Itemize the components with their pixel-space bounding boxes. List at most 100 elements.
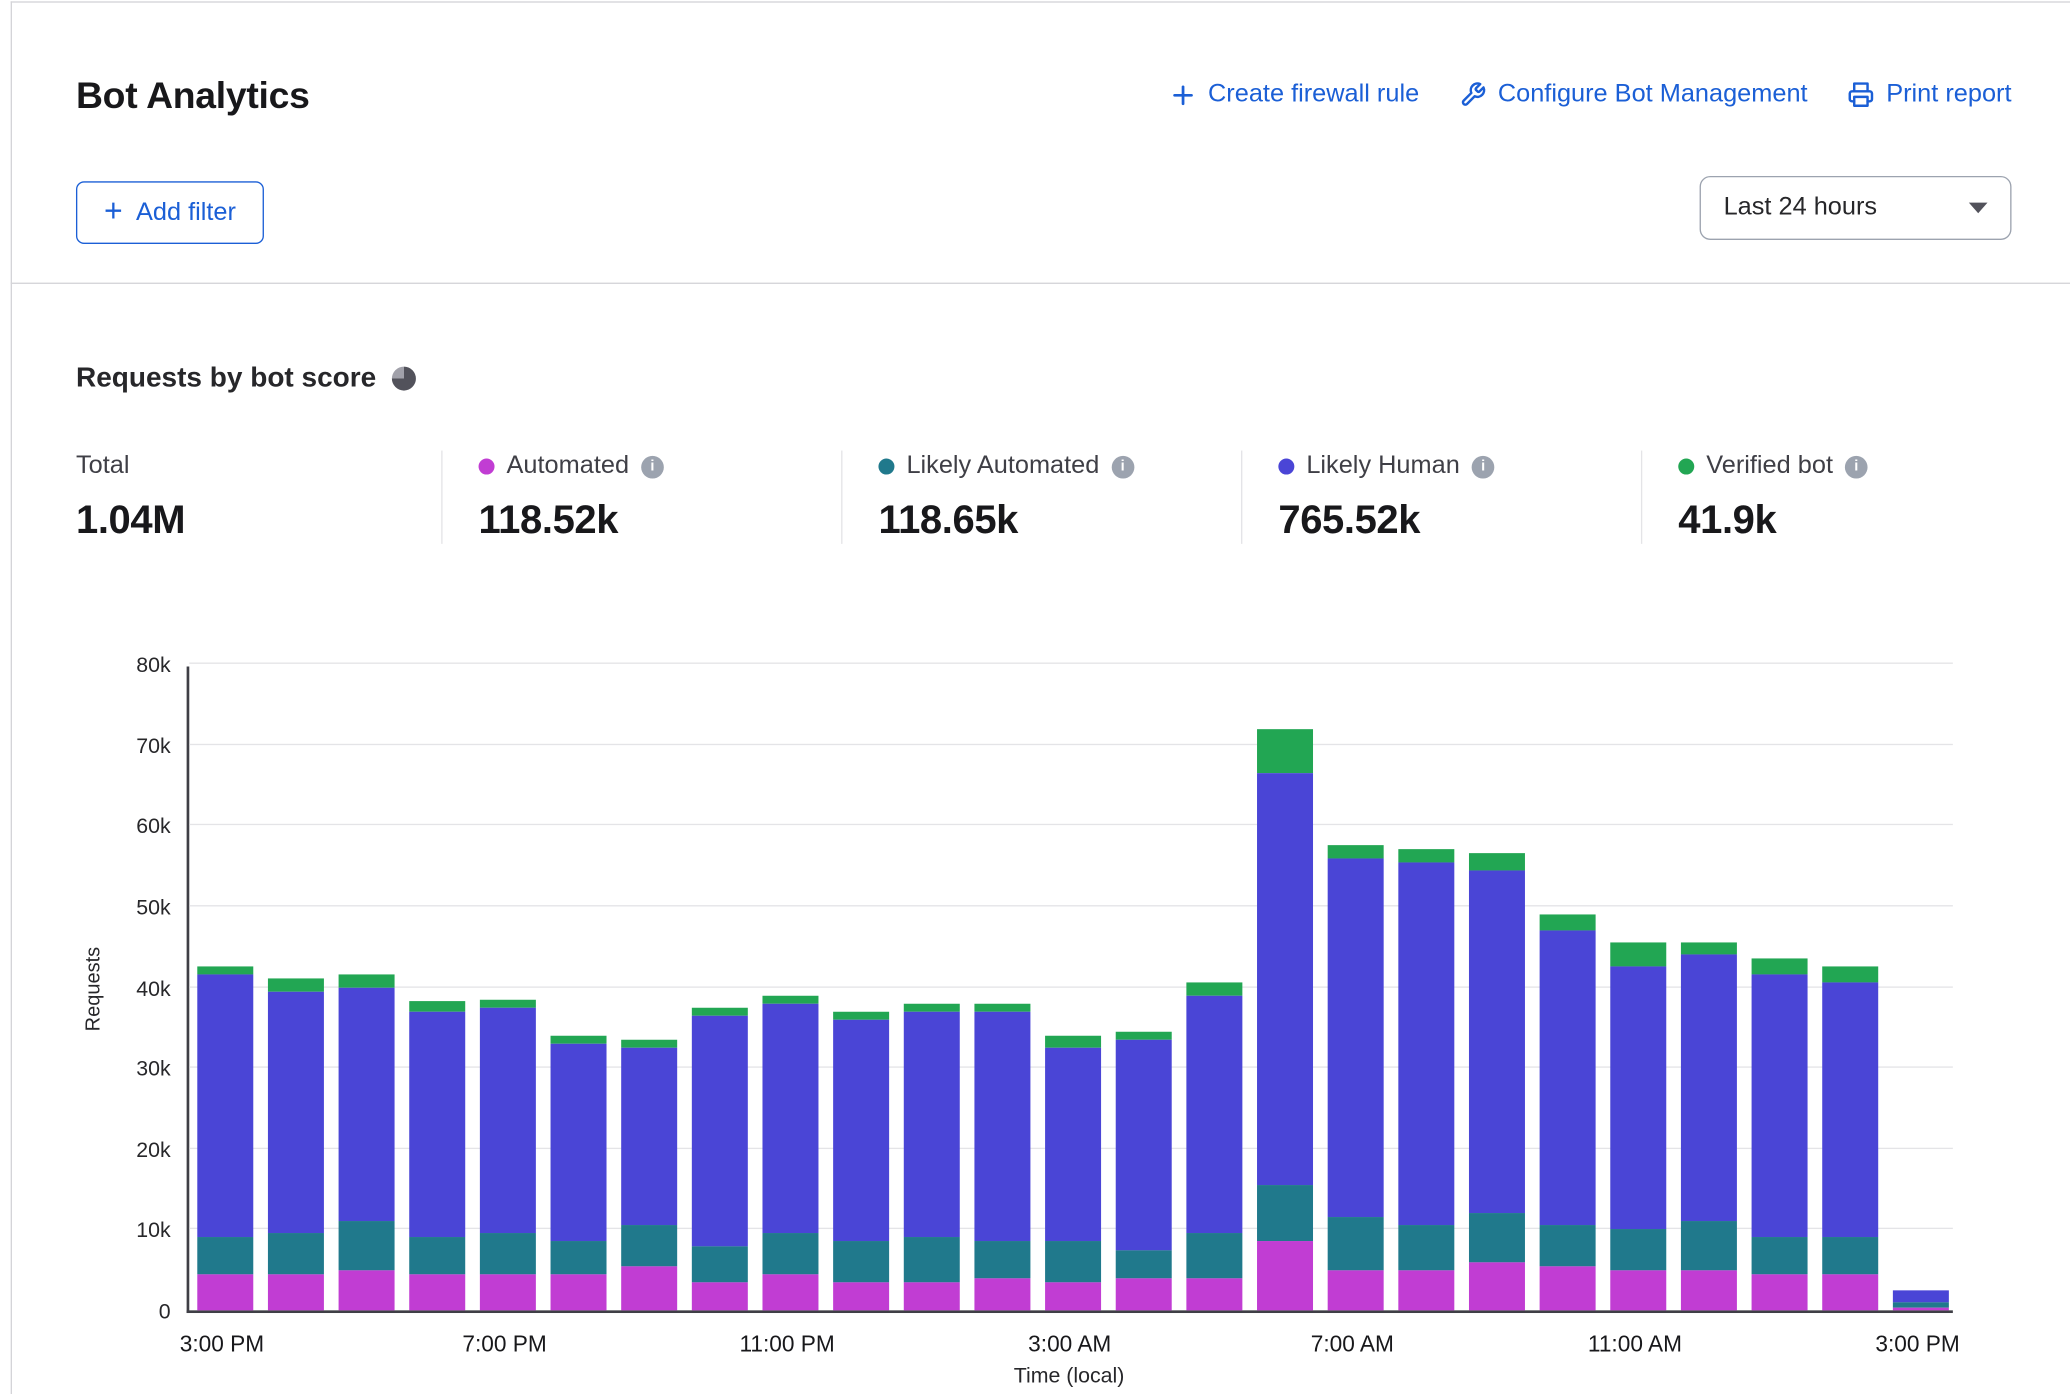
segment-likely-automated[interactable] [1327,1217,1383,1270]
segment-automated[interactable] [1398,1270,1454,1310]
segment-likely-automated[interactable] [974,1242,1030,1278]
bar-18[interactable] [1468,854,1524,1311]
segment-verified-bot[interactable] [762,995,818,1003]
segment-verified-bot[interactable] [1751,959,1807,975]
segment-likely-automated[interactable] [1186,1234,1242,1278]
bar-14[interactable] [1186,983,1242,1310]
bar-15[interactable] [1256,728,1312,1310]
bar-20[interactable] [1610,943,1666,1311]
bar-23[interactable] [1822,967,1878,1310]
segment-likely-human[interactable] [1398,862,1454,1226]
segment-automated[interactable] [762,1274,818,1310]
bar-2[interactable] [338,975,394,1310]
segment-likely-human[interactable] [197,975,253,1238]
segment-automated[interactable] [197,1274,253,1310]
segment-automated[interactable] [903,1282,959,1310]
segment-automated[interactable] [1892,1307,1948,1310]
segment-likely-human[interactable] [1822,983,1878,1238]
bar-11[interactable] [974,1003,1030,1310]
segment-automated[interactable] [621,1266,677,1310]
bar-22[interactable] [1751,959,1807,1311]
segment-likely-automated[interactable] [1398,1225,1454,1269]
bar-6[interactable] [621,1040,677,1311]
segment-verified-bot[interactable] [338,975,394,987]
segment-automated[interactable] [1044,1282,1100,1310]
segment-likely-human[interactable] [1327,858,1383,1218]
segment-likely-automated[interactable] [1610,1230,1666,1270]
segment-likely-automated[interactable] [550,1242,606,1274]
segment-likely-automated[interactable] [409,1238,465,1274]
segment-verified-bot[interactable] [267,979,323,991]
bar-9[interactable] [832,1011,888,1310]
segment-likely-human[interactable] [762,1003,818,1233]
segment-automated[interactable] [832,1282,888,1310]
bar-12[interactable] [1044,1036,1100,1311]
bar-5[interactable] [550,1036,606,1311]
segment-automated[interactable] [1610,1270,1666,1310]
segment-automated[interactable] [1256,1242,1312,1311]
segment-verified-bot[interactable] [903,1003,959,1011]
segment-likely-human[interactable] [974,1011,1030,1241]
segment-verified-bot[interactable] [1610,943,1666,967]
segment-likely-automated[interactable] [1751,1238,1807,1274]
bar-13[interactable] [1115,1032,1171,1311]
segment-automated[interactable] [1327,1270,1383,1310]
segment-verified-bot[interactable] [197,967,253,975]
segment-verified-bot[interactable] [1539,914,1595,930]
segment-likely-human[interactable] [1680,955,1736,1222]
segment-likely-automated[interactable] [338,1221,394,1269]
segment-likely-human[interactable] [267,991,323,1233]
segment-likely-human[interactable] [1751,975,1807,1238]
segment-likely-human[interactable] [1044,1048,1100,1242]
segment-verified-bot[interactable] [1822,967,1878,983]
segment-likely-human[interactable] [338,987,394,1221]
segment-automated[interactable] [691,1282,747,1310]
bar-19[interactable] [1539,914,1595,1310]
segment-likely-automated[interactable] [1468,1213,1524,1261]
segment-likely-human[interactable] [903,1011,959,1237]
segment-likely-automated[interactable] [621,1225,677,1265]
segment-likely-automated[interactable] [479,1234,535,1274]
segment-likely-automated[interactable] [1256,1185,1312,1242]
bar-10[interactable] [903,1003,959,1310]
segment-automated[interactable] [550,1274,606,1310]
segment-likely-human[interactable] [1186,995,1242,1233]
segment-likely-human[interactable] [1892,1290,1948,1302]
bar-3[interactable] [409,1001,465,1311]
segment-likely-automated[interactable] [267,1234,323,1274]
segment-automated[interactable] [1822,1274,1878,1310]
segment-likely-human[interactable] [1610,967,1666,1230]
segment-automated[interactable] [338,1270,394,1310]
segment-verified-bot[interactable] [1256,728,1312,772]
bar-16[interactable] [1327,846,1383,1311]
segment-likely-automated[interactable] [197,1238,253,1274]
segment-automated[interactable] [479,1274,535,1310]
bar-24[interactable] [1892,1290,1948,1310]
segment-likely-automated[interactable] [1115,1250,1171,1278]
segment-verified-bot[interactable] [1115,1032,1171,1040]
segment-verified-bot[interactable] [974,1003,1030,1011]
segment-likely-human[interactable] [1115,1040,1171,1250]
bar-17[interactable] [1398,850,1454,1311]
segment-automated[interactable] [974,1278,1030,1310]
segment-likely-automated[interactable] [1539,1225,1595,1265]
segment-likely-human[interactable] [479,1007,535,1233]
bar-1[interactable] [267,979,323,1310]
segment-verified-bot[interactable] [832,1011,888,1019]
segment-likely-automated[interactable] [1044,1242,1100,1282]
segment-automated[interactable] [1751,1274,1807,1310]
segment-verified-bot[interactable] [479,999,535,1007]
segment-likely-automated[interactable] [903,1238,959,1282]
segment-verified-bot[interactable] [1044,1036,1100,1048]
segment-automated[interactable] [1680,1270,1736,1310]
bar-21[interactable] [1680,943,1736,1311]
segment-likely-human[interactable] [621,1048,677,1226]
segment-likely-automated[interactable] [691,1246,747,1282]
segment-verified-bot[interactable] [1398,850,1454,862]
segment-verified-bot[interactable] [1186,983,1242,995]
segment-automated[interactable] [1186,1278,1242,1310]
segment-verified-bot[interactable] [621,1040,677,1048]
segment-likely-automated[interactable] [762,1234,818,1274]
segment-likely-human[interactable] [832,1019,888,1241]
segment-likely-human[interactable] [1539,931,1595,1226]
